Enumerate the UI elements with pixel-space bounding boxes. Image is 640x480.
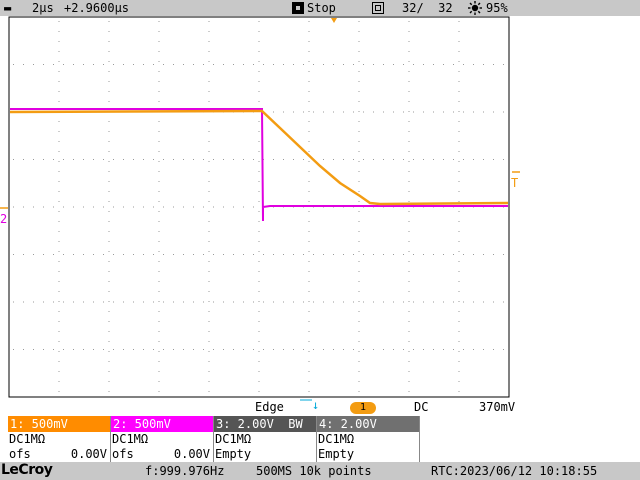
channel-2-box[interactable]: 2: 500mV DC1MΩ ofs 0.00V [111, 416, 214, 462]
trigger-coupling[interactable]: DC [414, 400, 428, 414]
rising-edge-icon: ⎺↓ [300, 398, 320, 412]
run-state[interactable]: Stop [307, 0, 336, 16]
channel-2-ofs-value: 0.00V [173, 447, 210, 461]
trigger-level[interactable]: 370mV [479, 400, 515, 414]
ch2-ground-marker[interactable]: 2 [0, 212, 7, 226]
history-icon[interactable] [372, 2, 384, 14]
bottom-status-bar: LeCroy f:999.976Hz 500MS 10k points RTC:… [0, 462, 640, 480]
real-time-clock: RTC:2023/06/12 10:18:55 [431, 464, 598, 478]
channel-4-status: Empty [318, 447, 355, 461]
brightness-value: 95% [486, 1, 508, 15]
timebase-readout[interactable]: 2μs [32, 0, 54, 16]
channel-1-coupling: DC1MΩ [9, 432, 46, 446]
channel-2-offset-row: ofs 0.00V [111, 447, 213, 462]
channel-2-coupling: DC1MΩ [112, 432, 149, 446]
channel-3-status: Empty [215, 447, 252, 461]
status-bar: ▬ 2μs +2.9600μs Stop 32/ 32 95% [0, 0, 640, 16]
sample-rate-info[interactable]: 500MS 10k points [256, 464, 372, 478]
channel-1-ofs-value: 0.00V [70, 447, 107, 461]
channel-4-box[interactable]: 4: 2.00V DC1MΩ Empty [317, 416, 420, 462]
brightness-icon[interactable] [468, 1, 482, 15]
channel-3-coupling: DC1MΩ [215, 432, 252, 446]
channel-4-coupling: DC1MΩ [318, 432, 355, 446]
trigger-level-marker[interactable]: T [511, 176, 518, 190]
trigger-source-badge[interactable]: 1 [350, 402, 376, 414]
channel-2-header[interactable]: 2: 500mV [111, 416, 213, 432]
waveform-display[interactable]: T 2 [0, 16, 640, 398]
channel-3-header[interactable]: 3: 2.00V BW [214, 416, 316, 432]
frequency-counter: f:999.976Hz [145, 464, 225, 478]
acquisition-count: 32/ 32 [402, 1, 453, 15]
channel-1-box[interactable]: 1: 500mV DC1MΩ ofs 0.00V [8, 416, 111, 462]
channel-3-box[interactable]: 3: 2.00V BW DC1MΩ Empty [214, 416, 317, 462]
channel-1-offset-row: ofs 0.00V [8, 447, 110, 462]
stop-icon [292, 2, 304, 14]
channel-1-ofs-label: ofs [9, 447, 31, 461]
run-indicator-icon: ▬ [4, 1, 12, 15]
delay-readout[interactable]: +2.9600μs [64, 0, 129, 16]
trigger-type[interactable]: Edge [255, 400, 284, 414]
channel-1-header[interactable]: 1: 500mV [8, 416, 110, 432]
trigger-info-bar: Edge ⎺↓ DC 370mV [0, 398, 640, 416]
brand-logo: LeCroy [1, 462, 53, 478]
channel-2-ofs-label: ofs [112, 447, 134, 461]
channel-4-header[interactable]: 4: 2.00V [317, 416, 419, 432]
